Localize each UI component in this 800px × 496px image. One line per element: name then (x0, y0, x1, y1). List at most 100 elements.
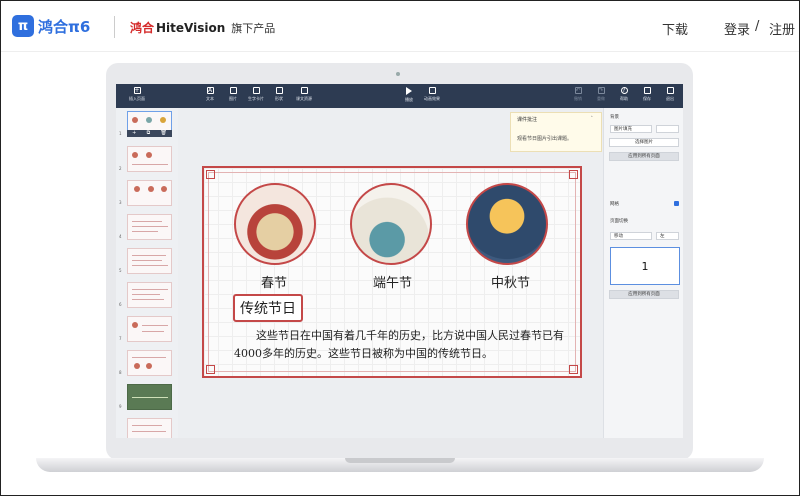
transition-select[interactable]: 移动 (610, 232, 652, 240)
transition-preview: 1 (610, 247, 680, 285)
exit-icon (666, 87, 674, 94)
slide-title[interactable]: 传统节日 (233, 294, 303, 322)
slide-thumbnail[interactable] (127, 316, 172, 342)
thumb-copy-button[interactable]: ⧉ (147, 130, 151, 137)
slide-thumbnail[interactable] (127, 214, 172, 240)
logo-text: 鸿合π6 (38, 17, 91, 36)
nav-login[interactable]: 登录 (724, 19, 750, 38)
direction-select[interactable]: 左 (656, 232, 679, 240)
text-label: 文本 (206, 96, 214, 101)
resource-button[interactable]: 课文资源 (291, 87, 317, 107)
animation-icon (428, 87, 436, 94)
background-label: 背景 (610, 115, 619, 120)
grid-checkbox[interactable] (674, 201, 679, 206)
thumb-line (132, 265, 168, 266)
chevron-up-icon[interactable]: ˄ (591, 116, 594, 122)
thumb-line (132, 357, 166, 358)
site-header: π 鸿合π6 鸿合 HiteVision 旗下产品 下载 登录 / 注册 (1, 1, 799, 52)
festival-label: 端午节 (373, 276, 413, 291)
corner-ornament (569, 170, 578, 179)
thumb-image (161, 186, 167, 192)
play-label: 播放 (405, 97, 413, 102)
save-icon (643, 87, 651, 94)
thumb-line (132, 431, 166, 432)
thumb-image (160, 117, 166, 123)
slide-thumbnail[interactable] (127, 180, 172, 206)
logo-icon: π (12, 15, 34, 37)
exit-label: 退出 (666, 96, 674, 101)
thumb-line (142, 325, 168, 326)
festival-label: 中秋节 (491, 276, 531, 291)
thumb-line (132, 226, 168, 227)
thumb-line (132, 425, 162, 426)
spring-festival-image[interactable] (234, 183, 316, 265)
thumb-line (132, 299, 164, 300)
transition-label: 页面切换 (610, 219, 628, 224)
thumb-image (148, 186, 154, 192)
image-icon (229, 87, 237, 94)
redo-label: 重做 (597, 96, 605, 101)
thumb-line (132, 164, 168, 165)
popover-body: 观看节日图片引出课题。 (517, 136, 573, 142)
slide-thumbnail[interactable] (127, 384, 172, 410)
laptop-base-notch (345, 458, 455, 463)
fill-color-select[interactable] (656, 125, 679, 133)
thumb-number: 1 (119, 131, 122, 136)
corner-ornament (206, 365, 215, 374)
dragon-boat-festival-image[interactable] (350, 183, 432, 265)
thumb-line (132, 231, 158, 232)
corner-ornament (569, 365, 578, 374)
help-icon: ? (620, 87, 628, 94)
thumb-image (134, 363, 140, 369)
resource-label: 课文资源 (296, 96, 312, 101)
nav-download[interactable]: 下载 (662, 19, 688, 38)
fill-select[interactable]: 图片填充 (610, 125, 652, 133)
shape-label: 形状 (275, 96, 283, 101)
undo-label: 撤销 (574, 96, 582, 101)
festival-label: 春节 (261, 276, 288, 291)
header-divider (114, 16, 115, 38)
thumb-number: 6 (119, 302, 122, 307)
slide[interactable]: 春节 端午节 中秋节 传统节日 这些节日在中国有着几千年的历史，比方说中国人民过… (202, 166, 582, 378)
slide-thumbnail[interactable] (127, 248, 172, 274)
redo-icon: ↷ (597, 87, 605, 94)
choose-image-button[interactable]: 选择图片 (609, 138, 679, 147)
flashcard-icon (252, 87, 260, 94)
site-logo[interactable]: π 鸿合π6 (12, 15, 90, 37)
slide-thumbnail[interactable] (127, 418, 172, 438)
thumb-image (146, 117, 152, 123)
flashcard-label: 生字卡片 (248, 96, 264, 101)
animation-button[interactable]: 动画效果 (419, 87, 445, 107)
popover-title: 课件批注 (517, 117, 538, 123)
apply-all-button[interactable]: 应用到所有页面 (609, 152, 679, 161)
thumb-line (132, 221, 162, 222)
slide-thumbnail[interactable] (127, 350, 172, 376)
apply-all-button-2[interactable]: 应用到所有页面 (609, 290, 679, 299)
nav-separator: / (755, 19, 760, 34)
properties-panel: 背景 图片填充 选择图片 应用到所有页面 网格 页面切换 移动 左 1 应用到所… (603, 108, 683, 438)
thumb-image (132, 322, 138, 328)
help-label: 帮助 (620, 96, 628, 101)
brand: 鸿合 HiteVision 旗下产品 (130, 19, 275, 36)
thumb-number: 3 (119, 200, 122, 205)
slide-body-text[interactable]: 这些节日在中国有着几千年的历史，比方说中国人民过春节已有4000多年的历史。这些… (234, 327, 574, 363)
nav-register[interactable]: 注册 (769, 19, 795, 38)
thumb-number: 8 (119, 370, 122, 375)
thumb-add-button[interactable]: + (132, 130, 136, 137)
insert-page-label: 插入页面 (129, 96, 145, 101)
insert-page-button[interactable]: + 插入页面 (121, 87, 153, 107)
shape-button[interactable]: 形状 (266, 87, 292, 107)
slide-thumbnail[interactable] (127, 282, 172, 308)
thumbnail-controls: + ⧉ 🗑 (127, 130, 172, 137)
thumb-delete-button[interactable]: 🗑 (160, 130, 166, 137)
exit-button[interactable]: 退出 (657, 87, 683, 107)
grid-label: 网格 (610, 202, 619, 207)
slide-thumbnail[interactable] (127, 146, 172, 172)
thumb-image (132, 152, 138, 158)
thumb-image (134, 186, 140, 192)
thumb-line (132, 260, 162, 261)
mid-autumn-festival-image[interactable] (466, 183, 548, 265)
thumb-line (132, 255, 166, 256)
thumb-line (142, 331, 164, 332)
thumb-image (146, 363, 152, 369)
